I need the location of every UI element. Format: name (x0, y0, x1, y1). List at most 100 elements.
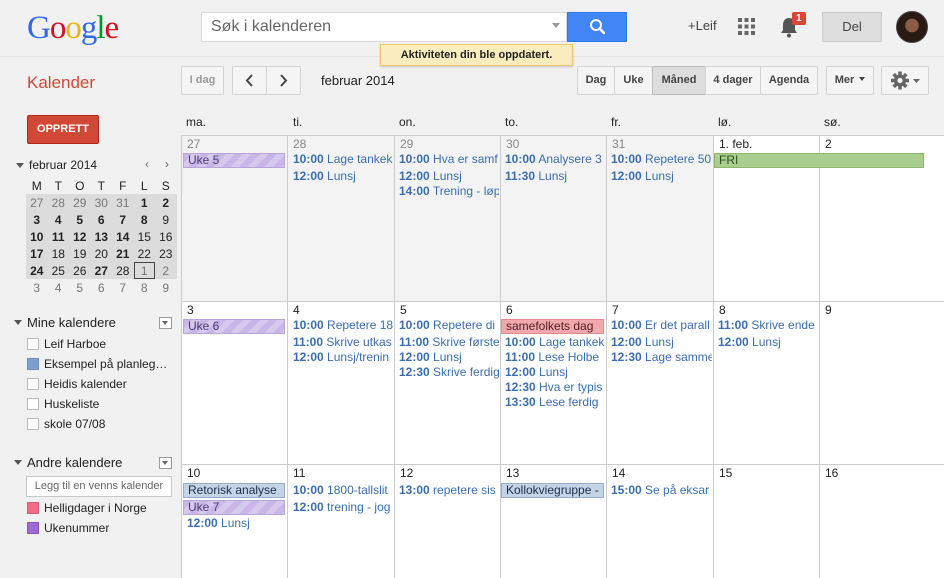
calendar-event[interactable]: 10:00 Hva er samf (399, 152, 499, 166)
calendar-event[interactable]: 12:00 Lunsj/trenin (293, 350, 393, 364)
day-number[interactable]: 9 (825, 303, 832, 317)
calendar-event[interactable]: 12:00 Lunsj (293, 169, 393, 183)
calendar-event[interactable]: 12:30 Skrive ferdig (399, 365, 499, 379)
calendar-event[interactable]: 12:30 Lage samme (611, 350, 712, 364)
mini-day-today[interactable]: 1 (133, 262, 155, 279)
mini-day[interactable]: 18 (47, 245, 69, 262)
day-number[interactable]: 6 (506, 303, 513, 317)
my-calendars-toggle[interactable]: Mine kalendere (14, 315, 116, 330)
calendar-event[interactable]: 15:00 Se på eksar (611, 483, 712, 497)
mini-day[interactable]: 8 (133, 211, 155, 228)
mini-day[interactable]: 15 (133, 228, 155, 245)
mini-day[interactable]: 9 (155, 211, 177, 228)
view-month-button[interactable]: Måned (652, 66, 706, 95)
calendar-event[interactable]: 13:30 Lese ferdig (505, 395, 605, 409)
calendar-event[interactable]: 12:00 trening - jog (293, 500, 393, 514)
mini-day[interactable]: 10 (26, 228, 48, 245)
calendar-item[interactable]: Leif Harboe (27, 337, 106, 351)
settings-button[interactable] (881, 66, 929, 95)
calendar-event[interactable]: 12:00 Lunsj (399, 169, 499, 183)
mini-day[interactable]: 2 (155, 262, 177, 279)
calendar-event[interactable]: 11:00 Skrive utkas (293, 335, 393, 349)
allday-event[interactable]: samefolkets dag (501, 319, 604, 334)
day-number[interactable]: 13 (506, 466, 519, 480)
allday-event[interactable]: Retorisk analyse (183, 483, 285, 498)
calendar-event[interactable]: 11:00 Lese Holbe (505, 350, 605, 364)
search-input[interactable]: Søk i kalenderen (201, 12, 567, 42)
google-plus-profile-link[interactable]: +Leif (688, 18, 717, 33)
mini-day[interactable]: 3 (26, 279, 48, 296)
previous-period-button[interactable] (232, 66, 267, 95)
mini-day[interactable]: 28 (112, 262, 134, 279)
day-number[interactable]: 7 (612, 303, 619, 317)
day-cell[interactable]: 16 (819, 465, 944, 578)
mini-day[interactable]: 23 (155, 245, 177, 262)
apps-grid-icon[interactable] (738, 18, 755, 35)
mini-day[interactable]: 19 (69, 245, 91, 262)
mini-day[interactable]: 9 (155, 279, 177, 296)
day-number[interactable]: 5 (400, 303, 407, 317)
mini-calendar-prev-button[interactable]: ‹ (145, 157, 149, 171)
mini-day[interactable]: 8 (134, 279, 156, 296)
create-event-button[interactable]: OPPRETT (27, 115, 99, 144)
mini-day[interactable]: 16 (155, 228, 177, 245)
day-number[interactable]: 11 (293, 466, 305, 480)
mini-day[interactable]: 24 (26, 262, 48, 279)
mini-day[interactable]: 14 (112, 228, 134, 245)
calendar-color-swatch[interactable] (27, 502, 39, 514)
day-number[interactable]: 16 (825, 466, 838, 480)
more-button[interactable]: Mer (826, 66, 874, 95)
allday-event[interactable]: Uke 6 (183, 319, 285, 334)
mini-day[interactable]: 1 (133, 194, 155, 211)
allday-event[interactable]: Uke 7 (183, 500, 285, 515)
mini-day[interactable]: 25 (47, 262, 69, 279)
calendar-event[interactable]: 14:00 Trening - løp (399, 184, 499, 198)
calendar-event[interactable]: 11:30 Lunsj (505, 169, 605, 183)
calendar-event[interactable]: 10:00 Analysere 3 (505, 152, 605, 166)
day-cell[interactable]: 15 (713, 465, 819, 578)
day-number[interactable]: 31 (612, 137, 625, 151)
notification-count-badge[interactable]: 1 (792, 12, 806, 25)
allday-event[interactable]: Uke 5 (183, 153, 285, 168)
day-cell[interactable]: 9 (819, 302, 944, 464)
calendar-event[interactable]: 10:00 Repetere di (399, 318, 499, 332)
calendar-event[interactable]: 12:00 Lunsj (505, 365, 605, 379)
mini-day[interactable]: 5 (69, 211, 91, 228)
mini-day[interactable]: 7 (112, 211, 134, 228)
today-button[interactable]: I dag (181, 66, 224, 95)
day-number[interactable]: 8 (719, 303, 726, 317)
day-number[interactable]: 29 (400, 137, 413, 151)
search-button[interactable] (567, 12, 627, 42)
mini-day[interactable]: 22 (133, 245, 155, 262)
calendar-color-swatch[interactable] (27, 418, 39, 430)
calendar-color-swatch[interactable] (27, 398, 39, 410)
view-day-button[interactable]: Dag (577, 66, 615, 95)
day-number[interactable]: 27 (187, 137, 200, 151)
day-number[interactable]: 1. feb. (719, 137, 752, 151)
calendar-event[interactable]: 11:00 Skrive første (399, 335, 499, 349)
mini-day[interactable]: 4 (48, 279, 70, 296)
mini-day[interactable]: 21 (112, 245, 134, 262)
mini-day[interactable]: 7 (112, 279, 134, 296)
calendar-event[interactable]: 10:00 Repetere 18 (293, 318, 393, 332)
mini-day[interactable]: 20 (90, 245, 112, 262)
share-button[interactable]: Del (822, 12, 882, 42)
calendar-event[interactable]: 10:00 Repetere 50 (611, 152, 712, 166)
calendar-item[interactable]: skole 07/08 (27, 417, 105, 431)
view-four-days-button[interactable]: 4 dager (705, 66, 761, 95)
calendar-event[interactable]: 10:00 Lage tankek (293, 152, 393, 166)
mini-day[interactable]: 30 (90, 194, 112, 211)
calendar-event[interactable]: 10:00 Lage tankek (505, 335, 605, 349)
add-friend-calendar-input[interactable]: Legg til en venns kalender (26, 476, 172, 497)
mini-calendar-next-button[interactable]: › (165, 157, 169, 171)
google-logo[interactable]: Google (27, 10, 119, 47)
day-cell[interactable]: 13 (500, 465, 606, 578)
calendar-event[interactable]: 13:00 repetere sis (399, 483, 499, 497)
mini-day[interactable]: 3 (26, 211, 48, 228)
day-cell[interactable]: 14 (606, 465, 713, 578)
calendar-color-swatch[interactable] (27, 378, 39, 390)
calendar-event[interactable]: 12:30 Hva er typis (505, 380, 605, 394)
mini-day[interactable]: 29 (69, 194, 91, 211)
calendar-event[interactable]: 11:00 Skrive ende (718, 318, 818, 332)
mini-day[interactable]: 17 (26, 245, 48, 262)
